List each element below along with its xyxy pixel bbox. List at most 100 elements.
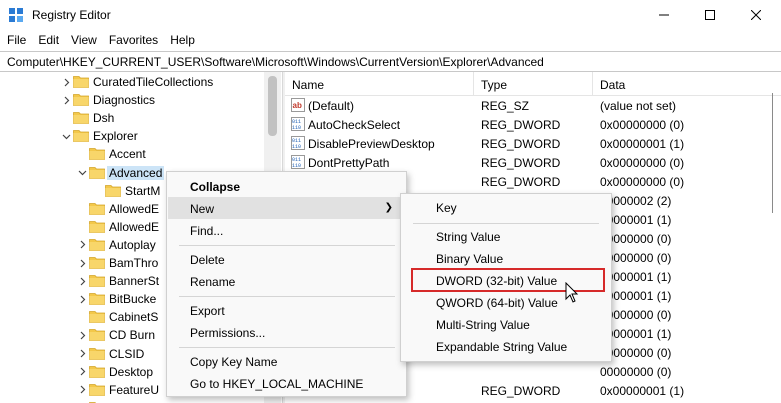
- folder-icon: [89, 365, 105, 378]
- tree-item-label: Desktop: [109, 364, 154, 379]
- ctx-goto-hklm-label: Go to HKEY_LOCAL_MACHINE: [190, 377, 364, 391]
- column-header-name[interactable]: Name: [292, 78, 324, 92]
- value-type: REG_DWORD: [481, 118, 561, 132]
- minimize-icon: [659, 14, 669, 16]
- dword-value-icon: 011 110: [291, 117, 305, 131]
- ctx-find[interactable]: Find...: [168, 219, 405, 241]
- context-menu: Collapse New ❯ Find... Delete Rename Expo…: [166, 171, 407, 397]
- folder-icon: [89, 238, 105, 251]
- tree-item-label: Dsh: [93, 111, 115, 126]
- value-name: AutoCheckSelect: [308, 118, 401, 132]
- tree-item[interactable]: Explorer: [0, 127, 280, 145]
- menu-help[interactable]: Help: [164, 30, 201, 50]
- menu-file[interactable]: File: [0, 30, 32, 50]
- chevron-right-icon[interactable]: [76, 290, 88, 308]
- tree-item[interactable]: Diagnostics: [0, 91, 280, 109]
- sub-string-value-label: String Value: [436, 230, 501, 244]
- value-row[interactable]: ab (Default) REG_SZ (value not set): [285, 96, 781, 115]
- value-data: 0x00000001 (1): [600, 384, 685, 398]
- ctx-new[interactable]: New ❯: [168, 197, 405, 219]
- chevron-down-icon[interactable]: [76, 164, 88, 182]
- ctx-goto-hklm[interactable]: Go to HKEY_LOCAL_MACHINE: [168, 372, 405, 394]
- svg-text:110: 110: [292, 144, 301, 150]
- folder-icon: [89, 328, 105, 342]
- chevron-right-icon[interactable]: [76, 326, 88, 344]
- ctx-copy-key-name[interactable]: Copy Key Name: [168, 350, 405, 372]
- minimize-button[interactable]: [641, 0, 687, 30]
- svg-text:ab: ab: [293, 101, 302, 110]
- tree-item[interactable]: Dsh: [0, 109, 280, 127]
- sub-expandable-string-value-label: Expandable String Value: [436, 340, 568, 354]
- menu-edit[interactable]: Edit: [32, 30, 65, 50]
- column-header-data[interactable]: Data: [600, 78, 625, 92]
- ctx-collapse[interactable]: Collapse: [168, 175, 405, 197]
- column-header-type[interactable]: Type: [481, 78, 507, 92]
- sub-binary-value-label: Binary Value: [436, 252, 504, 266]
- menu-view[interactable]: View: [65, 30, 103, 50]
- chevron-right-icon[interactable]: [60, 73, 72, 91]
- chevron-right-icon[interactable]: [76, 399, 88, 403]
- address-bar[interactable]: Computer\HKEY_CURRENT_USER\Software\Micr…: [0, 51, 781, 72]
- chevron-right-icon[interactable]: [76, 345, 88, 363]
- sub-multi-string-value[interactable]: Multi-String Value: [402, 314, 610, 336]
- ctx-rename[interactable]: Rename: [168, 270, 405, 292]
- value-data: 0x00000000 (0): [600, 118, 685, 132]
- chevron-down-icon[interactable]: [60, 127, 72, 145]
- value-row[interactable]: 011 110 AutoCheckSelect REG_DWORD 0x00000000…: [285, 115, 781, 134]
- close-icon: [751, 10, 761, 20]
- ctx-export[interactable]: Export: [168, 299, 405, 321]
- chevron-right-icon: ❯: [384, 202, 393, 213]
- value-type: REG_DWORD: [481, 384, 561, 398]
- value-type: REG_DWORD: [481, 156, 561, 170]
- menu-separator: [179, 296, 395, 297]
- tree-item-label: StartM: [125, 183, 161, 198]
- folder-icon: [89, 147, 105, 161]
- ctx-collapse-label: Collapse: [190, 180, 241, 194]
- column-divider[interactable]: [473, 72, 474, 96]
- sub-key[interactable]: Key: [402, 197, 610, 219]
- value-data: 0x00000000 (0): [600, 175, 685, 189]
- dword-value-icon: 011 110: [291, 136, 305, 150]
- menu-separator: [179, 245, 395, 246]
- chevron-right-icon[interactable]: [76, 272, 88, 290]
- svg-text:110: 110: [292, 163, 301, 169]
- sub-binary-value[interactable]: Binary Value: [402, 248, 610, 270]
- chevron-right-icon[interactable]: [60, 91, 72, 109]
- folder-icon: [89, 347, 105, 360]
- value-data: (value not set): [600, 99, 677, 113]
- ctx-new-label: New: [190, 202, 215, 216]
- tree-item-label: Autoplay: [109, 237, 156, 252]
- chevron-right-icon[interactable]: [76, 381, 88, 399]
- folder-icon: [73, 111, 89, 125]
- tree-item[interactable]: FileExts: [0, 399, 280, 403]
- tree-scrollbar-thumb[interactable]: [268, 76, 277, 136]
- column-divider[interactable]: [592, 72, 593, 96]
- chevron-right-icon[interactable]: [76, 363, 88, 381]
- string-value-icon: ab: [291, 98, 305, 112]
- value-row[interactable]: 011 110 DontPrettyPath REG_DWORD 0x00000000 …: [285, 153, 781, 172]
- chevron-right-icon[interactable]: [76, 236, 88, 254]
- title-bar: Registry Editor: [0, 0, 781, 30]
- maximize-button[interactable]: [687, 0, 733, 30]
- chevron-right-icon[interactable]: [76, 254, 88, 272]
- folder-icon: [105, 184, 121, 197]
- value-data: 0x00000000 (0): [600, 156, 685, 170]
- tree-item[interactable]: CuratedTileCollections: [0, 73, 280, 91]
- sub-expandable-string-value[interactable]: Expandable String Value: [402, 336, 610, 358]
- sub-string-value[interactable]: String Value: [402, 226, 610, 248]
- close-button[interactable]: [733, 0, 779, 30]
- folder-icon: [89, 292, 105, 306]
- ctx-delete[interactable]: Delete: [168, 248, 405, 270]
- ctx-permissions-label: Permissions...: [190, 326, 266, 340]
- menu-favorites[interactable]: Favorites: [103, 30, 164, 50]
- folder-icon: [89, 202, 105, 215]
- value-type: REG_SZ: [481, 99, 530, 113]
- tree-item-label: CD Burn: [109, 328, 156, 343]
- tree-item-label: CLSID: [109, 346, 145, 361]
- ctx-find-label: Find...: [190, 224, 224, 238]
- value-row[interactable]: 011 110 DisablePreviewDesktop REG_DWORD 0x00…: [285, 134, 781, 153]
- tree-item-label: Diagnostics: [93, 93, 156, 108]
- tree-item[interactable]: Accent: [0, 145, 280, 163]
- ctx-permissions[interactable]: Permissions...: [168, 321, 405, 343]
- tree-item-label: BamThro: [109, 256, 159, 270]
